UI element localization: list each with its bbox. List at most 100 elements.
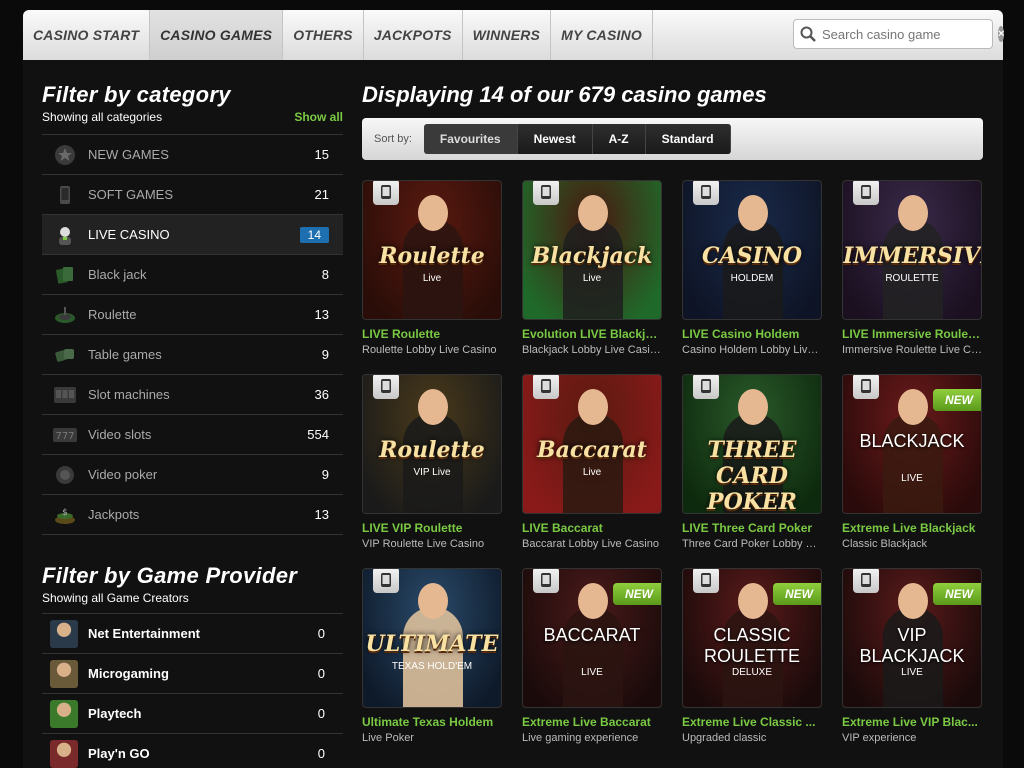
category-label: Jackpots [88, 507, 140, 522]
game-thumbnail[interactable]: Baccarat Live [522, 374, 662, 514]
category-count: 14 [299, 226, 329, 243]
category-item-new-games[interactable]: NEW GAMES 15 [42, 135, 343, 175]
game-logo-subtext: Live [422, 273, 442, 284]
main-content: Displaying 14 of our 679 casino games So… [362, 82, 983, 744]
category-item-roulette[interactable]: Roulette 13 [42, 295, 343, 335]
category-item-table-games[interactable]: Table games 9 [42, 335, 343, 375]
game-thumbnail[interactable]: THREE CARD POKER [682, 374, 822, 514]
game-title[interactable]: Extreme Live Baccarat [522, 715, 662, 729]
top-navigation: CASINO START CASINO GAMES OTHERS JACKPOT… [23, 10, 1005, 60]
game-thumbnail[interactable]: BLACKJACK LIVE NEW [842, 374, 982, 514]
provider-item[interactable]: Net Entertainment 0 [42, 614, 343, 654]
game-card[interactable]: CLASSIC ROULETTE DELUXE NEW Extreme Live Cl… [682, 568, 822, 744]
provider-count: 0 [317, 746, 325, 761]
game-logo-text: Blackjack [531, 243, 653, 269]
category-item-slot-machines[interactable]: Slot machines 36 [42, 375, 343, 415]
game-card[interactable]: Blackjack Live Evolution LIVE Blackjack Bla… [522, 180, 662, 356]
tab-jackpots[interactable]: JACKPOTS [364, 10, 463, 60]
game-subtitle: Roulette Lobby Live Casino [362, 344, 497, 356]
game-card[interactable]: CASINO HOLDEM LIVE Casino Holdem Casino Hol… [682, 180, 822, 356]
mobile-device-icon [533, 569, 559, 593]
cards-icon [52, 262, 78, 288]
tab-others[interactable]: OTHERS [283, 10, 364, 60]
category-item-soft-games[interactable]: SOFT GAMES 21 [42, 175, 343, 215]
show-all-link[interactable]: Show all [294, 110, 343, 124]
provider-item[interactable]: Playtech 0 [42, 694, 343, 734]
tab-casino-games[interactable]: CASINO GAMES [150, 10, 284, 60]
category-label: Video poker [88, 467, 158, 482]
dealer-head [738, 583, 768, 619]
roulette-icon [52, 302, 78, 328]
tab-my-casino[interactable]: MY CASINO [551, 10, 653, 60]
search-icon[interactable] [800, 24, 816, 44]
game-thumbnail[interactable]: Blackjack Live [522, 180, 662, 320]
game-card[interactable]: VIP BLACKJACK LIVE NEW Extreme Live VIP Bla… [842, 568, 982, 744]
provider-label: Playtech [88, 706, 142, 721]
game-title[interactable]: Ultimate Texas Holdem [362, 715, 502, 729]
game-thumbnail[interactable]: IMMERSIVE ROULETTE [842, 180, 982, 320]
game-title[interactable]: Extreme Live VIP Blac... [842, 715, 982, 729]
game-card[interactable]: THREE CARD POKER LIVE Three Card Poker Thr… [682, 374, 822, 550]
game-title[interactable]: LIVE VIP Roulette [362, 521, 502, 535]
sort-options: Favourites Newest A-Z Standard [423, 124, 731, 154]
category-item-live-casino[interactable]: LIVE CASINO 14 [42, 215, 343, 255]
game-card[interactable]: ULTIMATE TEXAS HOLD'EM Ultimate Texas Hold… [362, 568, 502, 744]
game-thumbnail[interactable]: CASINO HOLDEM [682, 180, 822, 320]
jackpot-icon: $ [52, 502, 78, 528]
sort-a-z-button[interactable]: A-Z [592, 124, 646, 154]
mobile-device-icon [373, 569, 399, 593]
sort-newest-button[interactable]: Newest [517, 124, 593, 154]
game-title[interactable]: Extreme Live Blackjack [842, 521, 982, 535]
mobile-device-icon [853, 181, 879, 205]
game-title[interactable]: Extreme Live Classic ... [682, 715, 822, 729]
category-item-black-jack[interactable]: Black jack 8 [42, 255, 343, 295]
dice-icon [52, 342, 78, 368]
game-card[interactable]: BACCARAT LIVE NEW Extreme Live Baccarat Live… [522, 568, 662, 744]
game-thumbnail[interactable]: BACCARAT LIVE NEW [522, 568, 662, 708]
game-logo-text: IMMERSIVE [843, 243, 982, 269]
game-title[interactable]: LIVE Roulette [362, 327, 502, 341]
game-title[interactable]: LIVE Three Card Poker [682, 521, 822, 535]
game-subtitle: Casino Holdem Lobby Live... [682, 344, 822, 356]
tab-casino-start[interactable]: CASINO START [23, 10, 151, 60]
game-thumbnail[interactable]: VIP BLACKJACK LIVE NEW [842, 568, 982, 708]
game-card[interactable]: BLACKJACK LIVE NEW Extreme Live Blackjack Cl… [842, 374, 982, 550]
sort-standard-button[interactable]: Standard [645, 124, 731, 154]
provider-item[interactable]: Play'n GO 0 [42, 734, 343, 768]
game-title[interactable]: Evolution LIVE Blackjack [522, 327, 662, 341]
game-card[interactable]: Roulette Live LIVE Roulette Roulette Lobby … [362, 180, 502, 356]
game-card[interactable]: IMMERSIVE ROULETTE LIVE Immersive Roulette… [842, 180, 982, 356]
category-item-jackpots[interactable]: $ Jackpots 13 [42, 495, 343, 535]
game-logo-subtext: DELUXE [731, 667, 772, 678]
mobile-device-icon [693, 181, 719, 205]
game-thumbnail[interactable]: ULTIMATE TEXAS HOLD'EM [362, 568, 502, 708]
dealer-head [418, 583, 448, 619]
category-count: 8 [321, 267, 329, 282]
dealer-figure [403, 413, 463, 513]
game-thumbnail[interactable]: CLASSIC ROULETTE DELUXE NEW [682, 568, 822, 708]
clear-icon[interactable]: × [998, 26, 1005, 42]
game-subtitle: Upgraded classic [682, 732, 767, 744]
game-card[interactable]: Baccarat Live LIVE Baccarat Baccarat Lobby … [522, 374, 662, 550]
game-card[interactable]: Roulette VIP Live LIVE VIP Roulette VIP Rou… [362, 374, 502, 550]
game-thumbnail[interactable]: Roulette VIP Live [362, 374, 502, 514]
category-count: 36 [314, 387, 329, 402]
game-title[interactable]: LIVE Baccarat [522, 521, 662, 535]
tab-winners[interactable]: WINNERS [463, 10, 552, 60]
category-item-video-slots[interactable]: 777 Video slots 554 [42, 415, 343, 455]
category-list: NEW GAMES 15 SOFT GAMES 21 LIVE CASINO 14 Blac… [42, 134, 343, 535]
sort-favourites-button[interactable]: Favourites [423, 124, 518, 154]
search-input[interactable] [816, 26, 998, 42]
provider-item[interactable]: Microgaming 0 [42, 654, 343, 694]
game-thumbnail[interactable]: Roulette Live [362, 180, 502, 320]
dealer-head [418, 389, 448, 425]
game-title[interactable]: LIVE Immersive Roulette [842, 327, 982, 341]
category-filter-subtitle-row: Showing all categories Show all [42, 110, 343, 124]
category-item-video-poker[interactable]: Video poker 9 [42, 455, 343, 495]
video-slots-icon: 777 [52, 422, 78, 448]
game-title[interactable]: LIVE Casino Holdem [682, 327, 822, 341]
game-subtitle: VIP Roulette Live Casino [362, 538, 485, 550]
category-count: 9 [321, 347, 329, 362]
provider-logo-icon [50, 699, 78, 728]
dealer-head [578, 389, 608, 425]
